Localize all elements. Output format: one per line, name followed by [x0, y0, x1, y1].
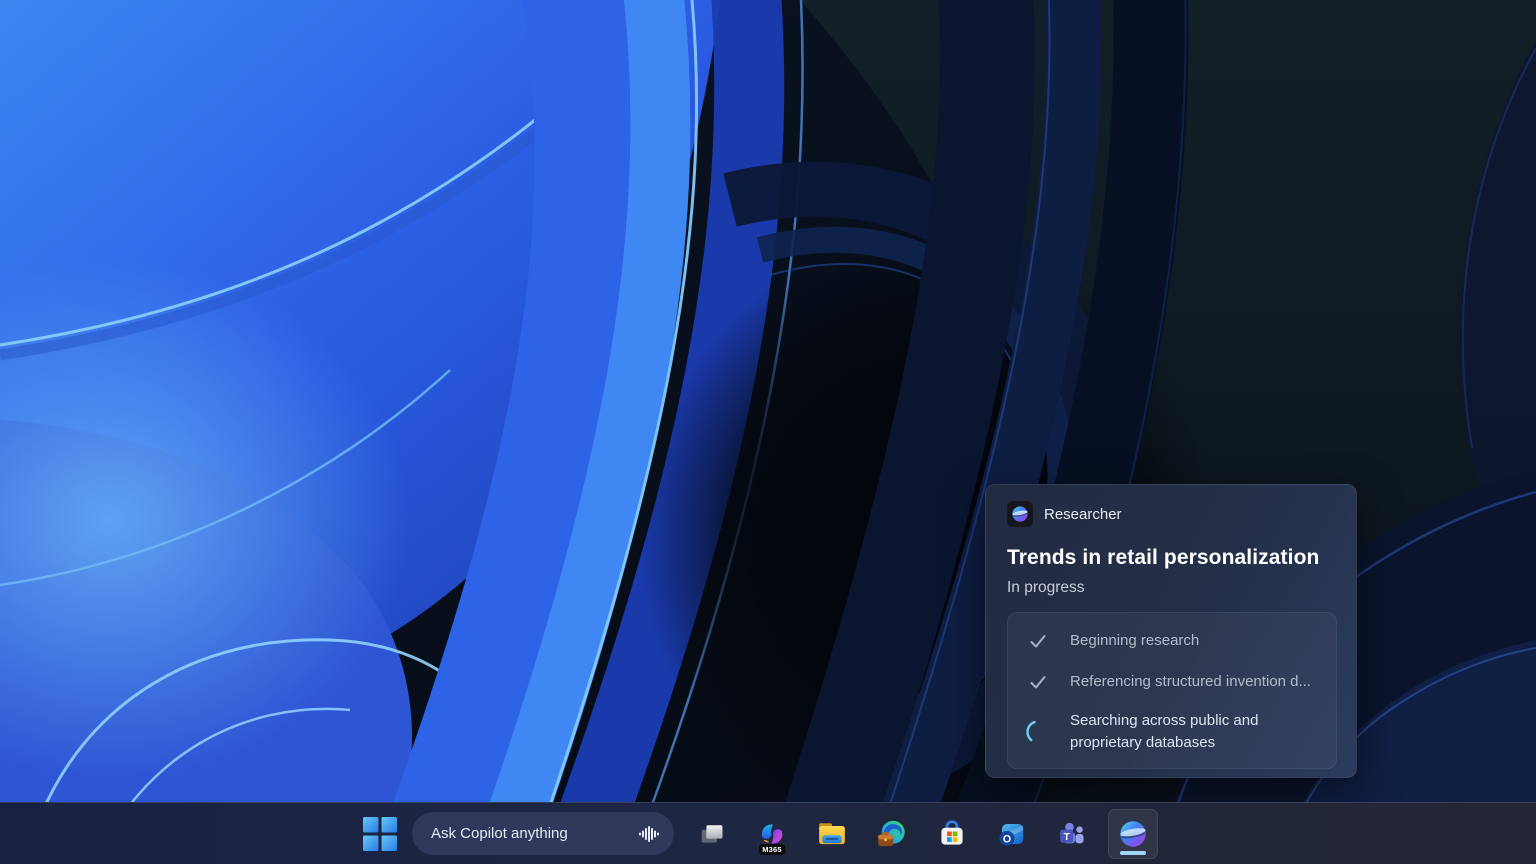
taskbar-app-teams[interactable]: T [1048, 810, 1096, 858]
spinner-icon [1025, 719, 1051, 745]
task-view-icon [699, 821, 725, 847]
researcher-app-icon [1007, 501, 1033, 527]
yellow-folder-icon [817, 819, 847, 849]
voice-waveform-icon[interactable] [638, 823, 660, 845]
researcher-sphere-icon [1118, 819, 1148, 849]
teams-letter: T [1064, 831, 1070, 842]
step-active: Searching across public and proprietary … [1025, 710, 1319, 754]
research-task-title: Trends in retail personalization [1007, 546, 1335, 570]
start-button[interactable] [358, 810, 402, 858]
taskbar-app-outlook[interactable]: O [988, 810, 1036, 858]
edge-briefcase-icon [877, 819, 907, 849]
check-icon [1025, 628, 1051, 654]
card-header: Researcher [1007, 501, 1335, 527]
sphere-swirl-icon [1011, 505, 1029, 523]
check-icon [1025, 669, 1051, 695]
researcher-progress-card[interactable]: Researcher Trends in retail personalizat… [985, 484, 1357, 778]
step-label: Searching across public and proprietary … [1070, 710, 1318, 754]
task-status: In progress [1007, 579, 1335, 597]
progress-steps-panel: Beginning research Referencing structure… [1007, 612, 1337, 769]
step-label: Beginning research [1070, 632, 1199, 649]
taskbar-app-researcher[interactable] [1108, 809, 1158, 859]
windows-logo-icon [363, 817, 397, 851]
taskbar-app-file-explorer[interactable] [808, 810, 856, 858]
taskbar-app-microsoft-store[interactable] [928, 810, 976, 858]
step-done-1: Beginning research [1025, 628, 1319, 654]
m365-badge: M365 [759, 844, 785, 855]
outlook-envelope-icon: O [997, 819, 1027, 849]
taskbar: Ask Copilot anything [0, 802, 1536, 864]
search-placeholder: Ask Copilot anything [431, 825, 568, 842]
store-bag-icon [937, 819, 967, 849]
taskbar-center-group: Ask Copilot anything [358, 803, 1158, 864]
taskbar-app-task-view[interactable] [688, 810, 736, 858]
teams-people-icon: T [1057, 819, 1087, 849]
outlook-letter: O [1003, 833, 1011, 845]
taskbar-app-m365-copilot[interactable]: M365 [748, 810, 796, 858]
app-name: Researcher [1044, 506, 1122, 523]
taskbar-app-edge-for-business[interactable] [868, 810, 916, 858]
step-done-2: Referencing structured invention d... [1025, 669, 1319, 695]
step-label: Referencing structured invention d... [1070, 673, 1311, 690]
active-app-indicator [1120, 851, 1146, 855]
copilot-search-box[interactable]: Ask Copilot anything [412, 812, 674, 855]
